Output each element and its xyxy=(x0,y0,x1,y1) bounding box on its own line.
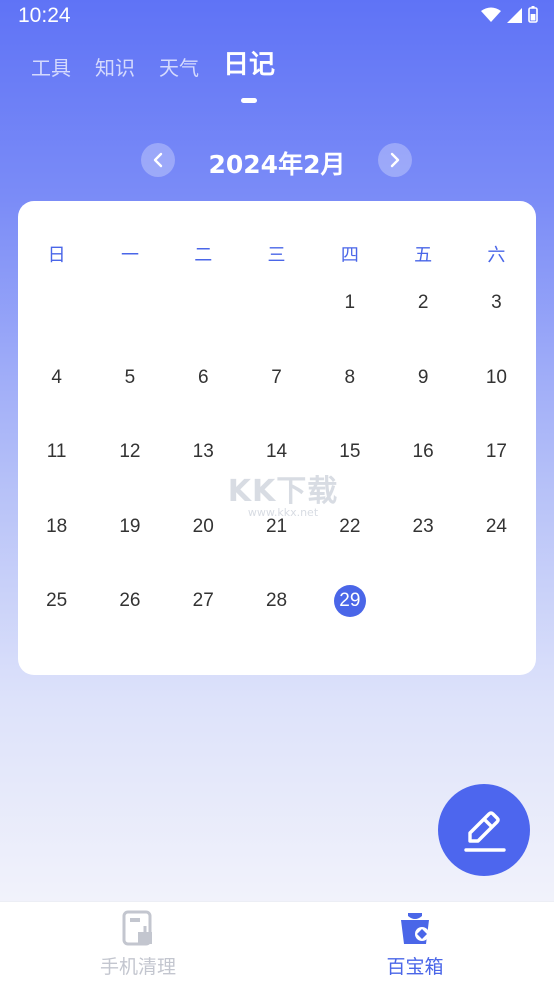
calendar-day-number: 18 xyxy=(46,515,68,537)
calendar-day[interactable]: 11 xyxy=(20,432,93,507)
write-diary-button[interactable] xyxy=(438,784,530,876)
calendar-day-number: 10 xyxy=(485,366,507,388)
calendar-day[interactable]: 6 xyxy=(167,358,240,433)
calendar-day[interactable]: 13 xyxy=(167,432,240,507)
calendar-day-number: 21 xyxy=(265,515,288,537)
calendar-day[interactable]: 2 xyxy=(386,283,459,358)
weekday-thu: 四 xyxy=(340,245,359,266)
calendar-day-number: 4 xyxy=(51,366,62,388)
calendar-day-number: 6 xyxy=(197,366,209,388)
calendar-day[interactable]: 20 xyxy=(167,507,240,582)
status-time: 10:24 xyxy=(18,4,71,27)
calendar-day[interactable]: 24 xyxy=(460,507,533,582)
bottom-nav-treasure-box[interactable]: 百宝箱 xyxy=(345,910,485,979)
calendar-blank-cell xyxy=(167,283,240,358)
tab-weather[interactable]: 天气 xyxy=(159,58,199,78)
bottom-nav: 手机清理 百宝箱 xyxy=(0,901,554,985)
tab-diary-label: 日记 xyxy=(223,50,276,80)
calendar-day-number: 25 xyxy=(46,590,68,611)
calendar-blank-cell xyxy=(20,283,93,358)
calendar-day-today[interactable]: 29 xyxy=(313,581,386,656)
calendar-day[interactable]: 8 xyxy=(313,358,386,433)
calendar-day-number: 20 xyxy=(192,515,214,537)
bottom-nav-phone-clean-label: 手机清理 xyxy=(99,956,176,978)
calendar-day[interactable]: 25 xyxy=(20,581,93,656)
status-icons xyxy=(481,6,538,23)
calendar-day[interactable]: 4 xyxy=(20,358,93,433)
calendar-day[interactable]: 1 xyxy=(313,283,386,358)
weekday-header: 日 一 二 三 四 五 六 xyxy=(18,241,538,267)
tab-tools[interactable]: 工具 xyxy=(31,58,71,78)
days-grid: 1 2 3 4 5 6 7 8 9 10 11 12 13 14 15 16 17 18 19 20 21 22 23 24 2… xyxy=(18,283,538,656)
active-tab-indicator xyxy=(241,98,257,103)
calendar-day[interactable]: 3 xyxy=(460,283,533,358)
calendar-day-number: 7 xyxy=(271,366,282,388)
calendar-day-number: 27 xyxy=(192,590,214,611)
calendar-day[interactable]: 7 xyxy=(240,358,313,433)
calendar-day-number: 28 xyxy=(265,590,288,611)
calendar-day-number: 2 xyxy=(417,292,429,313)
calendar-day-number: 26 xyxy=(119,590,141,611)
calendar-day-number: 22 xyxy=(339,515,361,537)
calendar-day-number: 29 xyxy=(333,585,366,617)
calendar-day-number: 13 xyxy=(192,441,214,462)
calendar-day[interactable]: 19 xyxy=(93,507,166,582)
calendar-day-number: 16 xyxy=(412,441,434,462)
calendar-day-number: 14 xyxy=(265,441,288,462)
weekday-tue: 二 xyxy=(194,245,213,266)
calendar-day[interactable]: 28 xyxy=(240,581,313,656)
treasure-box-icon xyxy=(401,913,429,944)
calendar-day[interactable]: 22 xyxy=(313,507,386,582)
calendar-blank-cell xyxy=(240,283,313,358)
calendar-day[interactable]: 9 xyxy=(386,358,459,433)
next-month-button[interactable] xyxy=(378,143,412,177)
calendar-day-number: 3 xyxy=(491,292,502,313)
bottom-nav-phone-clean[interactable]: 手机清理 xyxy=(68,910,208,979)
top-tabs: 工具 知识 天气 日记 xyxy=(31,50,276,103)
calendar-day-number: 5 xyxy=(124,366,136,388)
calendar-day[interactable]: 16 xyxy=(386,432,459,507)
calendar-day-number: 9 xyxy=(417,366,429,388)
calendar-card: 日 一 二 三 四 五 六 1 2 3 4 5 6 7 8 9 10 11 12 13 14 15 16 17 1… xyxy=(18,201,536,675)
calendar-day[interactable]: 21 xyxy=(240,507,313,582)
tab-diary[interactable]: 日记 xyxy=(223,50,276,103)
calendar-day-number: 11 xyxy=(46,441,67,462)
phone-clean-icon xyxy=(122,910,152,946)
month-title: 2024年2月 xyxy=(208,150,346,179)
calendar-day[interactable]: 26 xyxy=(93,581,166,656)
calendar-day[interactable]: 23 xyxy=(386,507,459,582)
calendar-day[interactable]: 14 xyxy=(240,432,313,507)
status-bar: 10:24 xyxy=(0,0,554,34)
bottom-nav-treasure-box-label: 百宝箱 xyxy=(386,956,444,978)
calendar-day[interactable]: 18 xyxy=(20,507,93,582)
tab-knowledge[interactable]: 知识 xyxy=(95,58,135,78)
battery-icon xyxy=(528,6,538,23)
calendar-day-number: 19 xyxy=(119,515,141,537)
weekday-wed: 三 xyxy=(267,245,286,266)
weekday-fri: 五 xyxy=(414,245,433,266)
calendar-day[interactable]: 15 xyxy=(313,432,386,507)
month-nav: 2024年2月 xyxy=(0,143,554,179)
edit-pencil-icon xyxy=(464,811,506,852)
calendar-day[interactable]: 12 xyxy=(93,432,166,507)
calendar-day-number: 24 xyxy=(485,515,507,537)
calendar-day-number: 23 xyxy=(412,515,434,537)
calendar-day-number: 1 xyxy=(344,292,356,313)
calendar-blank-cell xyxy=(93,283,166,358)
calendar-day-number: 8 xyxy=(344,366,356,388)
calendar-day[interactable]: 27 xyxy=(167,581,240,656)
weekday-sun: 日 xyxy=(47,245,66,266)
calendar-day-number: 12 xyxy=(119,441,141,462)
chevron-right-icon xyxy=(390,152,400,168)
calendar-day-number: 17 xyxy=(485,441,507,462)
wifi-icon xyxy=(481,7,501,22)
calendar-day[interactable]: 10 xyxy=(460,358,533,433)
weekday-sat: 六 xyxy=(487,245,506,266)
signal-icon xyxy=(507,7,522,23)
calendar-day-number: 15 xyxy=(339,441,361,462)
calendar-day[interactable]: 5 xyxy=(93,358,166,433)
calendar-day[interactable]: 17 xyxy=(460,432,533,507)
weekday-mon: 一 xyxy=(120,245,139,266)
